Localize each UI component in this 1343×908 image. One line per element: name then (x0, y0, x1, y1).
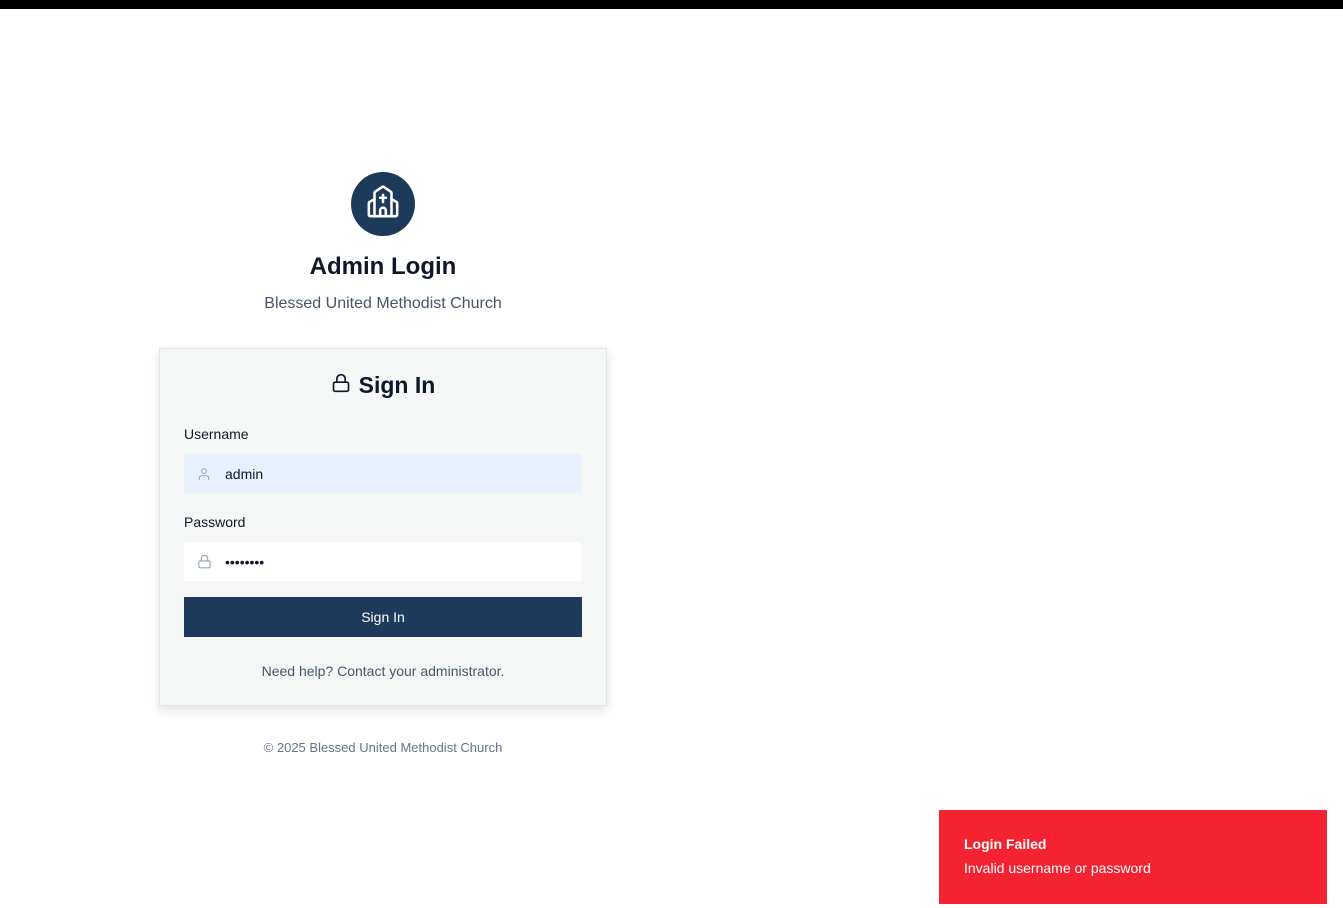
card-title-text: Sign In (358, 372, 436, 398)
church-icon (366, 184, 400, 224)
lock-icon (196, 554, 212, 570)
login-card: Sign In Username Password Sign In Need h… (159, 348, 607, 706)
username-field[interactable] (184, 454, 581, 493)
username-label: Username (184, 426, 249, 442)
page-title: Admin Login (309, 253, 457, 280)
error-toast[interactable]: Login Failed Invalid username or passwor… (939, 810, 1327, 904)
user-icon (196, 466, 212, 482)
sign-in-button[interactable]: Sign In (184, 597, 582, 637)
footer-copyright: © 2025 Blessed United Methodist Church (263, 740, 503, 755)
page-subtitle: Blessed United Methodist Church (264, 295, 502, 312)
username-input[interactable] (225, 465, 565, 482)
lock-icon (331, 372, 351, 399)
password-label: Password (184, 514, 246, 530)
toast-message: Invalid username or password (964, 860, 1151, 876)
toast-title: Login Failed (964, 836, 1047, 852)
church-logo (351, 172, 415, 236)
card-title: Sign In (160, 372, 606, 399)
password-field[interactable] (184, 542, 581, 581)
password-input[interactable] (225, 553, 565, 570)
top-bar (0, 0, 1343, 9)
help-text: Need help? Contact your administrator. (261, 663, 505, 679)
